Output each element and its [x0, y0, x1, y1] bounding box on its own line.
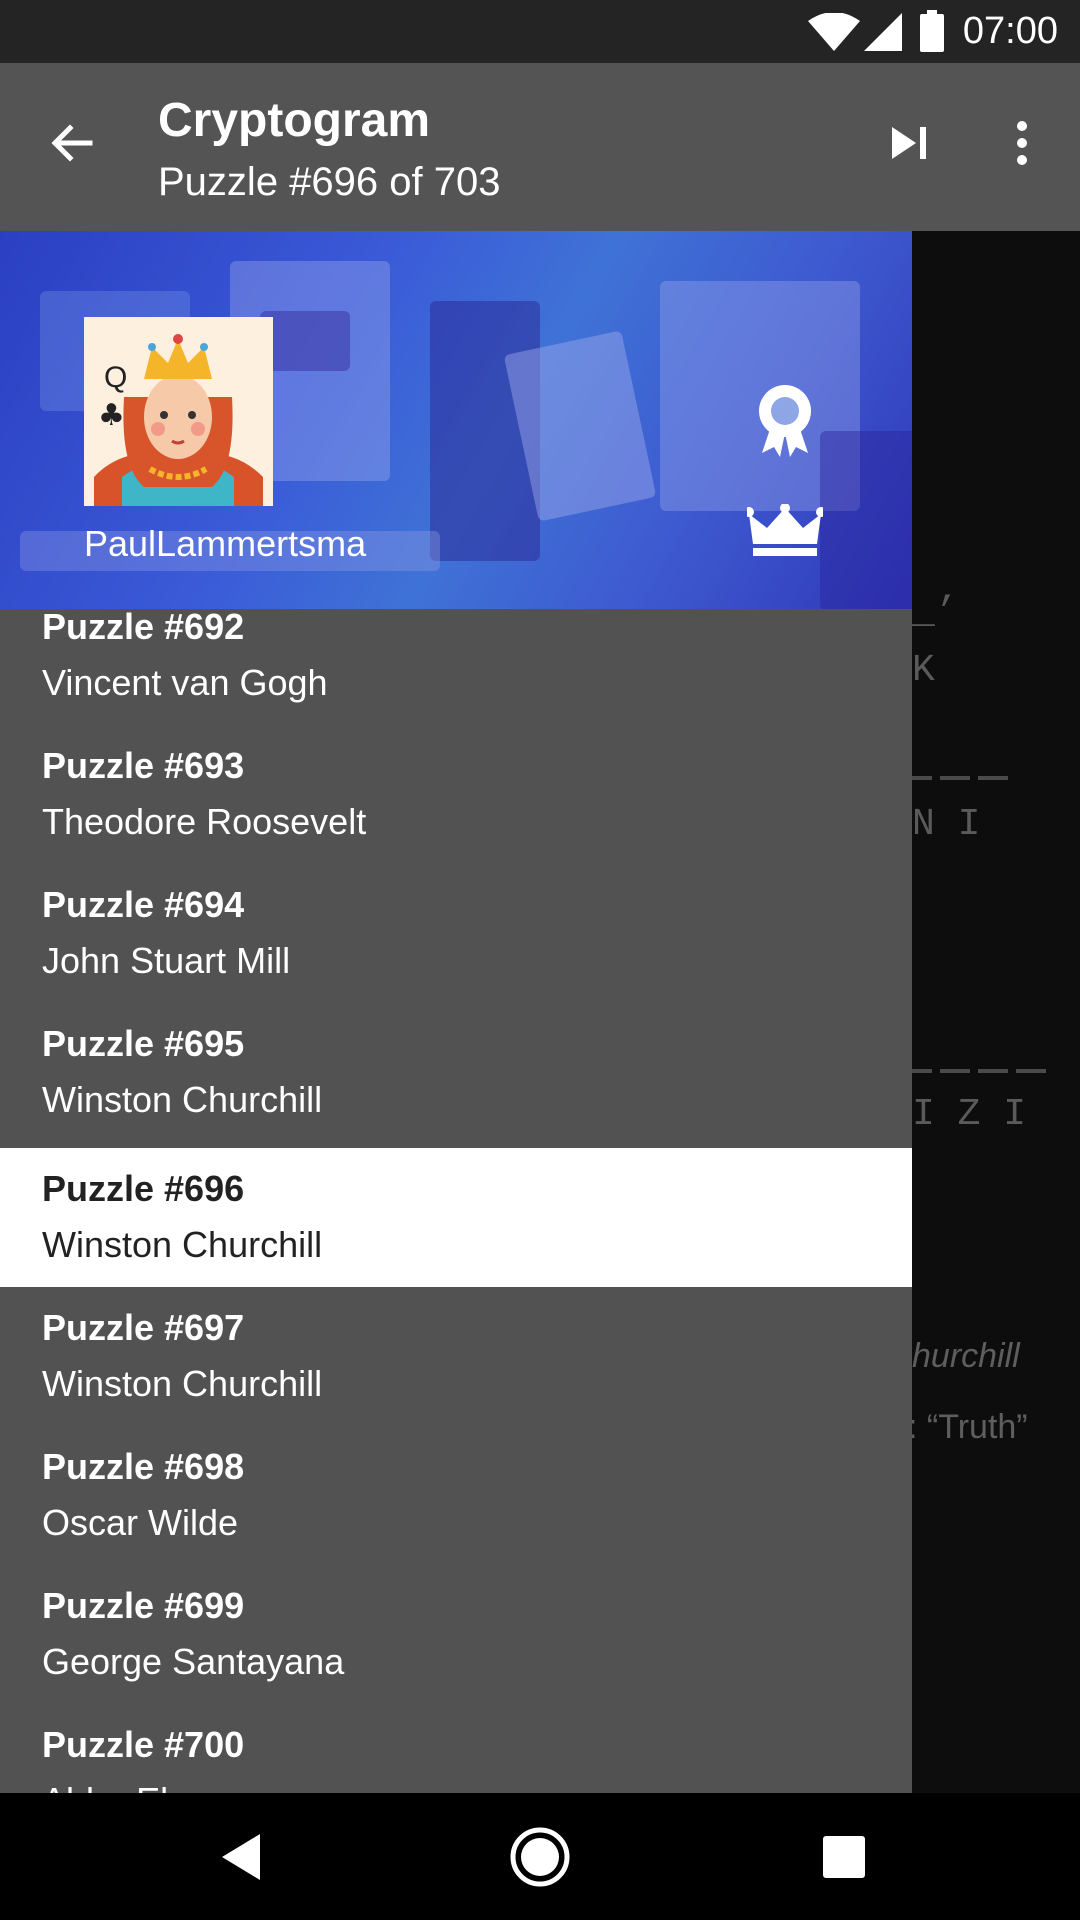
puzzle-list-item[interactable]: Puzzle #695 Winston Churchill [0, 1009, 912, 1148]
card-rank: Q [104, 361, 127, 394]
puzzle-blank [940, 776, 970, 780]
puzzle-number: Puzzle #697 [42, 1307, 245, 1348]
back-button[interactable] [36, 107, 108, 179]
puzzle-number: Puzzle #695 [42, 1023, 245, 1064]
navigation-drawer: Q ♣ PaulLammertsma Puzzle #692 Vincent v… [0, 231, 912, 1793]
drawer-header: Q ♣ PaulLammertsma [0, 231, 912, 609]
quote-topic: : “Truth” [912, 1408, 1028, 1446]
puzzle-author: Winston Churchill [42, 1224, 323, 1265]
puzzle-author: Winston Churchill [42, 1363, 323, 1404]
puzzle-author: Theodore Roosevelt [42, 801, 367, 842]
more-vert-icon [1017, 121, 1027, 165]
nav-home-button[interactable] [498, 1815, 582, 1899]
skip-next-button[interactable] [874, 107, 946, 179]
nav-recents-icon [823, 1836, 865, 1878]
nav-recents-button[interactable] [802, 1815, 886, 1899]
puzzle-blank [1016, 1069, 1046, 1073]
header-decoration [820, 431, 912, 609]
puzzle-author: Winston Churchill [42, 1079, 323, 1120]
puzzle-list-item[interactable]: Puzzle #692 Vincent van Gogh [0, 592, 912, 731]
puzzle-background: _’ K N I I Z I hurchill : “Truth” [912, 231, 1080, 1793]
puzzle-blank [912, 776, 932, 780]
puzzle-number: Puzzle #696 [42, 1168, 245, 1209]
puzzle-blank [978, 1069, 1008, 1073]
cell-signal-icon [864, 13, 902, 51]
puzzle-blank [978, 776, 1008, 780]
nav-home-icon [510, 1827, 570, 1887]
overflow-menu-button[interactable] [986, 107, 1058, 179]
puzzle-number: Puzzle #699 [42, 1585, 245, 1626]
puzzle-list-item[interactable]: Puzzle #694 John Stuart Mill [0, 870, 912, 1009]
puzzle-number: Puzzle #700 [42, 1724, 245, 1765]
puzzle-author: Vincent van Gogh [42, 662, 328, 703]
leaderboard-crown-icon [747, 504, 823, 556]
puzzle-list-item[interactable]: Puzzle #693 Theodore Roosevelt [0, 731, 912, 870]
puzzle-list-item[interactable]: Puzzle #698 Oscar Wilde [0, 1426, 912, 1565]
page-title: Cryptogram [158, 94, 431, 147]
avatar[interactable]: Q ♣ [84, 317, 273, 506]
puzzle-blank [912, 1069, 932, 1073]
puzzle-list-item[interactable]: Puzzle #697 Winston Churchill [0, 1287, 912, 1426]
quote-author: hurchill [912, 1337, 1020, 1375]
puzzle-fragment: K [912, 649, 935, 692]
battery-icon [920, 10, 944, 52]
puzzle-number: Puzzle #698 [42, 1446, 245, 1487]
back-arrow-icon [51, 124, 93, 162]
achievements-button[interactable] [744, 379, 826, 461]
puzzle-number: Puzzle #693 [42, 745, 245, 786]
puzzle-fragment: N I [912, 803, 981, 846]
puzzle-author: George Santayana [42, 1641, 345, 1682]
puzzle-fragment: I Z I [912, 1093, 1027, 1136]
system-navigation-bar [0, 1793, 1080, 1920]
nav-back-button[interactable] [200, 1815, 284, 1899]
puzzle-list-item-selected[interactable]: Puzzle #696 Winston Churchill [0, 1148, 912, 1287]
puzzle-list-item[interactable]: Puzzle #699 George Santayana [0, 1565, 912, 1704]
queen-card-avatar: Q ♣ [84, 317, 273, 506]
wifi-icon [808, 13, 860, 51]
page-subtitle: Puzzle #696 of 703 [158, 160, 501, 204]
username: PaulLammertsma [84, 523, 367, 564]
status-time: 07:00 [962, 10, 1058, 52]
app-bar: Cryptogram Puzzle #696 of 703 [0, 63, 1080, 231]
puzzle-author: Oscar Wilde [42, 1502, 239, 1543]
puzzle-author: Abba Eban [42, 1780, 220, 1793]
achievements-icon [759, 385, 811, 457]
card-suit: ♣ [98, 398, 125, 433]
header-decoration [260, 311, 350, 371]
puzzle-list-item[interactable]: Puzzle #700 Abba Eban [0, 1704, 912, 1793]
puzzle-fragment: _’ [912, 591, 958, 634]
status-bar: 07:00 [0, 0, 1080, 63]
nav-back-icon [222, 1834, 260, 1880]
leaderboard-button[interactable] [744, 489, 826, 571]
puzzle-author: John Stuart Mill [42, 940, 291, 981]
puzzle-number: Puzzle #694 [42, 884, 245, 925]
puzzle-blank [940, 1069, 970, 1073]
skip-next-icon [892, 127, 926, 159]
puzzle-number: Puzzle #692 [42, 606, 245, 647]
